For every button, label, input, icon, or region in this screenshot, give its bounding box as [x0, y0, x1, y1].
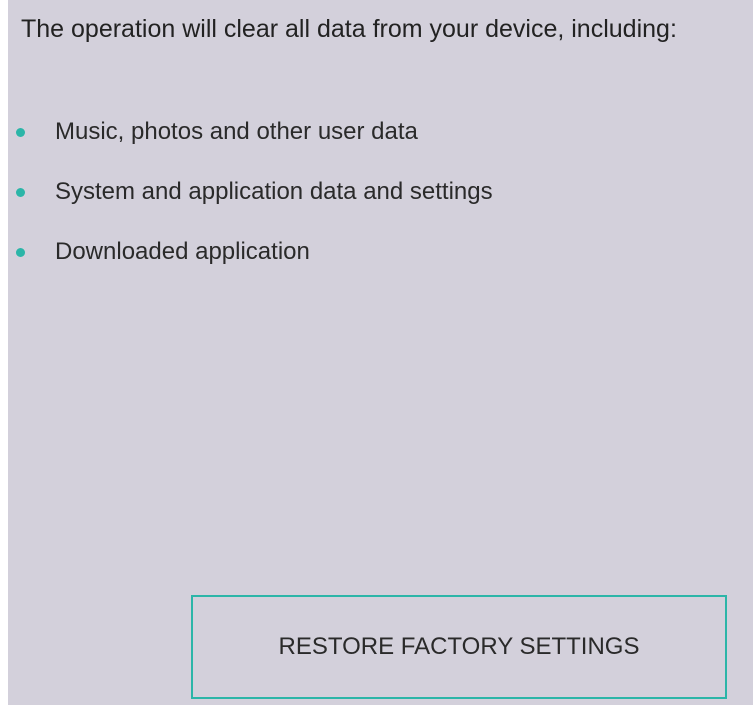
- list-item-label: Downloaded application: [55, 238, 310, 265]
- bullet-dot-icon: [16, 188, 25, 197]
- list-item-label: Music, photos and other user data: [55, 118, 418, 145]
- bullet-dot-icon: [16, 128, 25, 137]
- warning-message: The operation will clear all data from y…: [21, 15, 677, 43]
- bullet-dot-icon: [16, 248, 25, 257]
- factory-reset-screen: The operation will clear all data from y…: [8, 0, 753, 705]
- restore-factory-settings-button[interactable]: RESTORE FACTORY SETTINGS: [191, 595, 727, 699]
- list-item-label: System and application data and settings: [55, 178, 493, 205]
